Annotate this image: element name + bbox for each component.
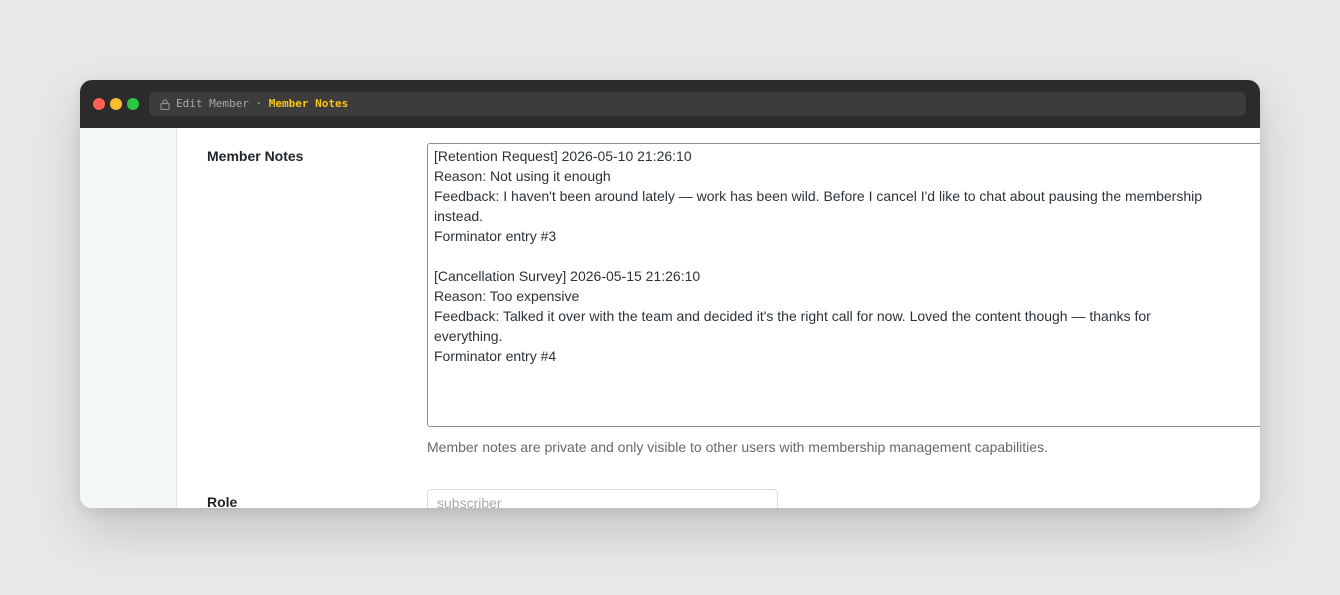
notes-line: [Cancellation Survey] 2026-05-15 21:26:1… [434,268,701,284]
close-window-button[interactable] [93,98,105,110]
notes-line: Forminator entry #3 [434,228,557,244]
minimize-window-button[interactable] [110,98,122,110]
breadcrumb-parent[interactable]: Edit Member [176,97,249,110]
maximize-window-button[interactable] [127,98,139,110]
role-label: Role [207,494,238,508]
notes-line: Feedback: I haven't been around lately —… [434,188,1203,204]
member-notes-textarea[interactable]: [Retention Request] 2026-05-10 21:26:10 R… [427,143,1260,427]
notes-line: Reason: Not using it enough [434,168,611,184]
notes-line: Forminator entry #4 [434,348,557,364]
breadcrumb: Edit Member · Member Notes [176,92,348,116]
admin-sidebar [80,128,177,508]
member-notes-label: Member Notes [207,148,304,164]
breadcrumb-separator: · [248,97,269,110]
lock-icon [160,99,170,110]
page-content: Member Notes [Retention Request] 2026-05… [80,128,1260,508]
notes-line: Reason: Too expensive [434,288,580,304]
role-field[interactable]: subscriber [427,489,778,508]
browser-window: Edit Member · Member Notes Member Notes … [80,80,1260,508]
notes-line: everything. [434,328,503,344]
notes-line: instead. [434,208,484,224]
breadcrumb-current: Member Notes [268,97,349,110]
notes-line [434,246,1260,266]
title-bar: Edit Member · Member Notes [80,80,1260,128]
notes-line: [Retention Request] 2026-05-10 21:26:10 [434,148,692,164]
member-notes-description: Member notes are private and only visibl… [427,439,1048,455]
address-bar[interactable]: Edit Member · Member Notes [149,92,1246,116]
notes-line: Feedback: Talked it over with the team a… [434,308,1151,324]
